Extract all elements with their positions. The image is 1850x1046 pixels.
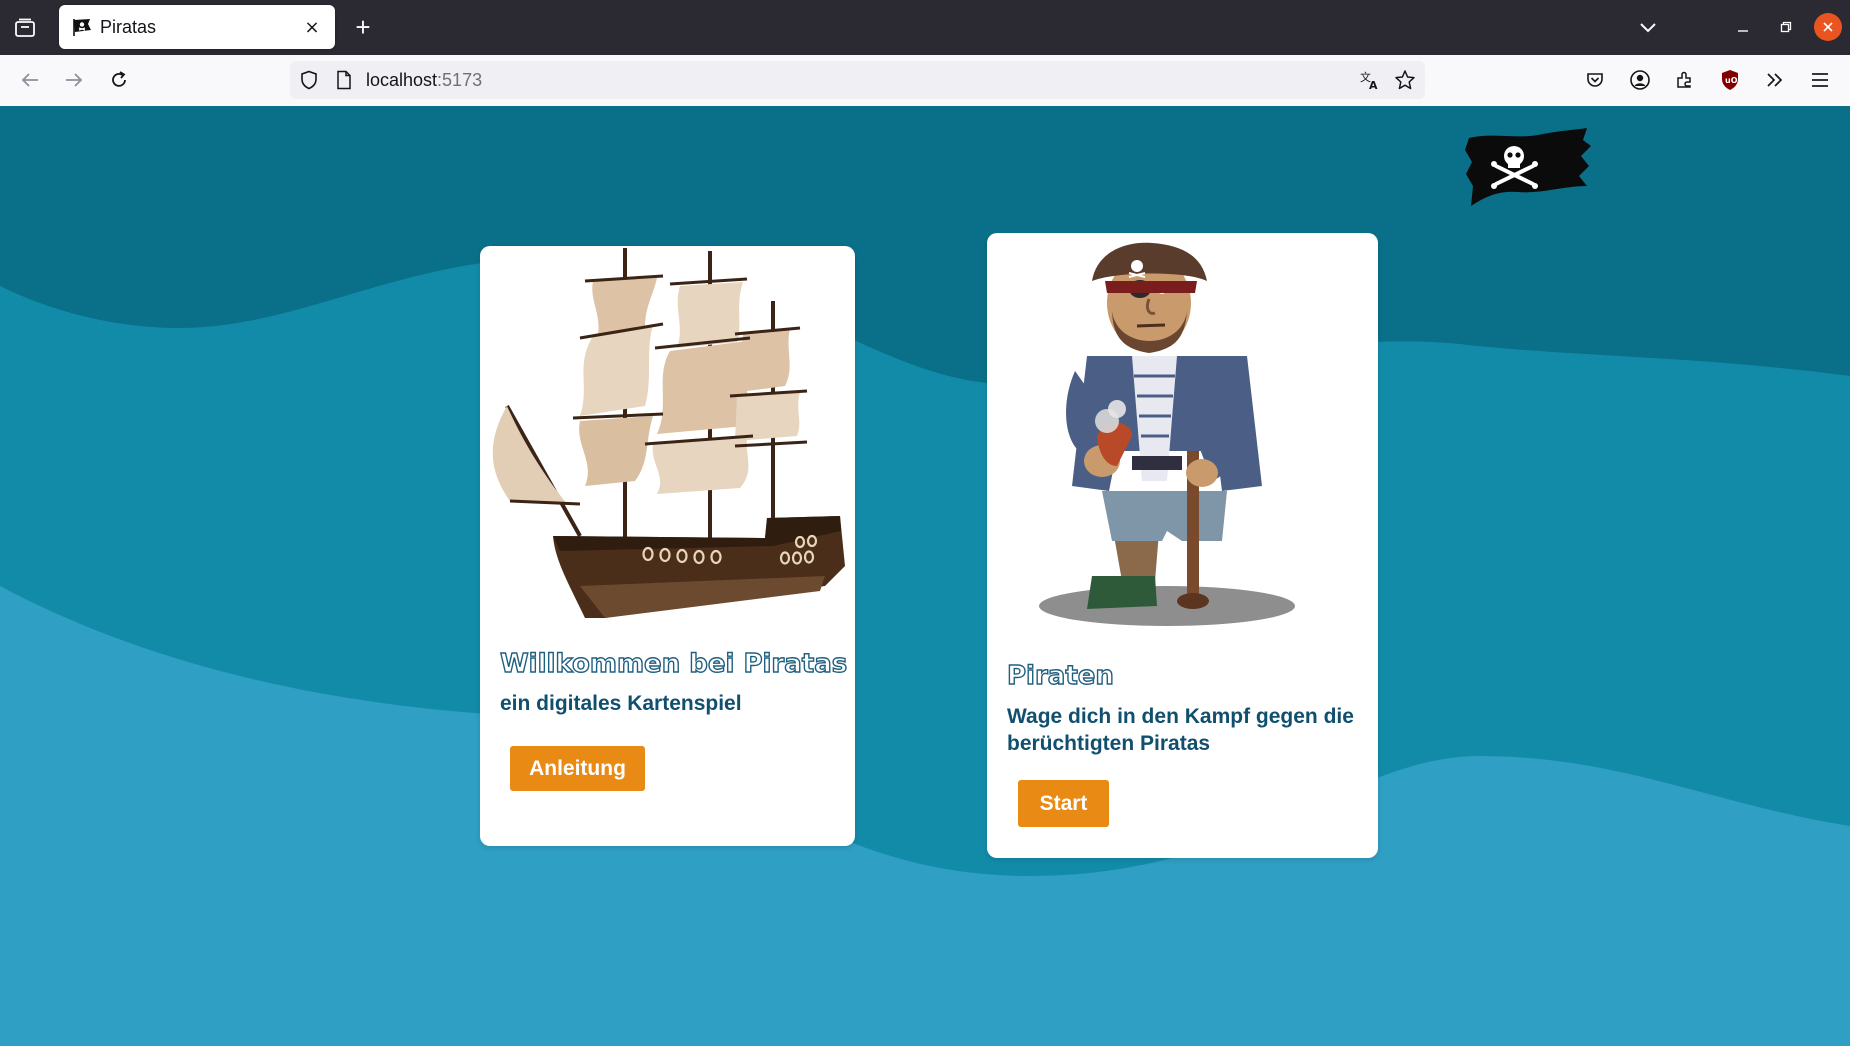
back-icon[interactable] xyxy=(15,65,45,95)
welcome-card: Willkommen bei Piratas ein digitales Kar… xyxy=(480,246,855,846)
pirates-title: Piraten xyxy=(1006,660,1114,691)
jolly-roger-flag-icon xyxy=(1463,126,1593,215)
ublock-icon[interactable]: uO xyxy=(1715,65,1745,95)
pirate-flag-favicon xyxy=(72,17,92,37)
plus-icon[interactable]: + xyxy=(348,12,378,42)
pirates-subtitle: Wage dich in den Kampf gegen die berücht… xyxy=(1007,705,1354,755)
url-bar[interactable]: localhost:5173 文A xyxy=(290,61,1425,99)
page-icon xyxy=(333,69,355,91)
pocket-icon[interactable] xyxy=(1580,65,1610,95)
pirate-ship-illustration xyxy=(492,248,845,618)
translate-icon[interactable]: 文A xyxy=(1358,68,1382,92)
reload-icon[interactable] xyxy=(104,65,134,95)
minimize-icon[interactable] xyxy=(1728,12,1758,42)
start-button[interactable]: Start xyxy=(1018,780,1109,827)
shield-icon[interactable] xyxy=(298,69,320,91)
menu-icon[interactable] xyxy=(1805,65,1835,95)
page-content: Willkommen bei Piratas ein digitales Kar… xyxy=(0,106,1850,1046)
close-icon[interactable]: × xyxy=(299,14,325,40)
star-icon[interactable] xyxy=(1393,68,1417,92)
url-text[interactable]: localhost:5173 xyxy=(366,70,482,91)
tab-list-icon[interactable] xyxy=(10,14,40,42)
welcome-subtitle: ein digitales Kartenspiel xyxy=(500,692,742,715)
browser-window: Piratas × + localhost:5173 文 A uO Willko… xyxy=(0,0,1850,1046)
url-port: :5173 xyxy=(437,70,483,90)
svg-text:A: A xyxy=(1369,79,1378,91)
chevron-down-icon[interactable] xyxy=(1633,12,1663,42)
welcome-title: Willkommen bei Piratas xyxy=(499,648,848,679)
pirate-character-illustration xyxy=(1039,242,1295,626)
window-close-icon[interactable] xyxy=(1814,13,1842,41)
tab-piratas[interactable]: Piratas × xyxy=(59,5,335,49)
url-host: localhost xyxy=(366,70,438,90)
extensions-icon[interactable] xyxy=(1670,65,1700,95)
svg-text:uO: uO xyxy=(1725,76,1738,85)
instructions-button[interactable]: Anleitung xyxy=(510,746,645,791)
tab-bar: Piratas × + xyxy=(0,0,1850,55)
sea-waves-background xyxy=(0,106,1850,1046)
navigation-bar: localhost:5173 文A uO xyxy=(0,55,1850,107)
account-icon[interactable] xyxy=(1625,65,1655,95)
forward-icon[interactable] xyxy=(59,65,89,95)
tab-title: Piratas xyxy=(100,17,157,37)
pirates-card: Piraten Wage dich in den Kampf gegen die… xyxy=(987,233,1378,858)
overflow-icon[interactable] xyxy=(1760,65,1790,95)
restore-icon[interactable] xyxy=(1771,12,1801,42)
